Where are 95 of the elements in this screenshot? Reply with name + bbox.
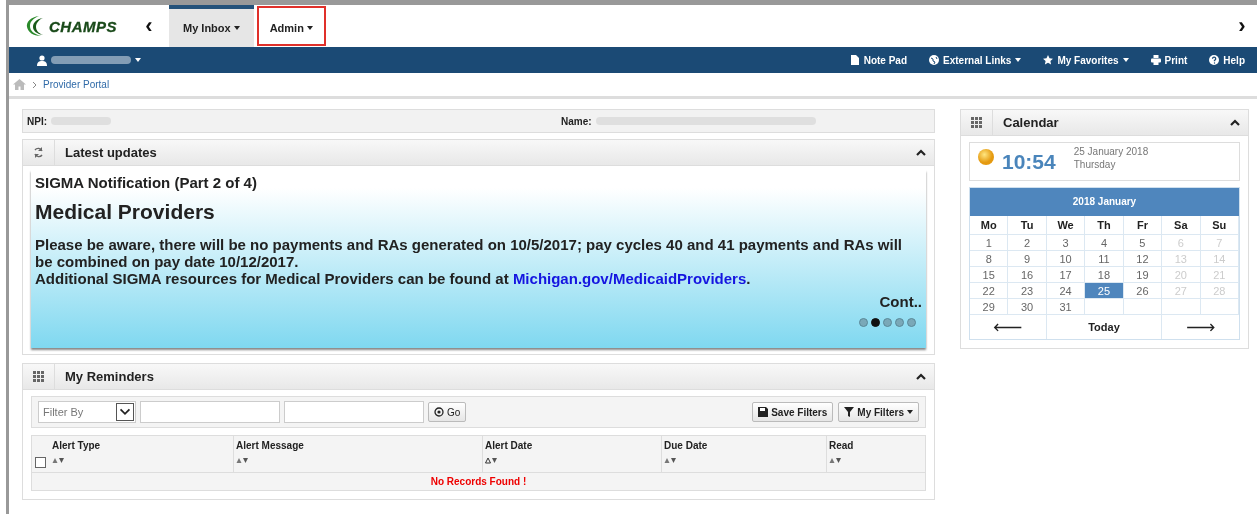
notice-text: . [746, 270, 751, 287]
document-icon [849, 55, 860, 65]
calendar-day[interactable]: 10 [1046, 251, 1086, 267]
caret-icon [135, 58, 141, 62]
calendar-day[interactable]: 1 [970, 235, 1009, 251]
input-field[interactable] [140, 401, 280, 423]
chevron-up-icon [916, 373, 926, 380]
toolbar-link[interactable]: External Links [929, 54, 1022, 66]
panel-title: Latest updates [64, 145, 158, 160]
continue-link[interactable]: Cont.. [879, 293, 922, 310]
info-label: Name: [561, 115, 592, 127]
my-filters-button[interactable]: My Filters [838, 402, 919, 422]
user-icon[interactable] [37, 54, 47, 66]
month-header: 2018 January [970, 188, 1239, 216]
star-icon [1043, 55, 1054, 65]
carousel-dot[interactable] [883, 318, 892, 327]
calendar-day[interactable]: 23 [1008, 283, 1047, 299]
go-button[interactable]: Go [428, 402, 467, 422]
logo-text: CHAMPS [49, 17, 117, 35]
column-header[interactable]: Alert Date [485, 440, 661, 451]
clock-weekday: Thursday [1073, 158, 1117, 170]
carousel-dot[interactable] [859, 318, 868, 327]
breadcrumb-link[interactable]: Provider Portal [43, 79, 110, 90]
toolbar-link[interactable]: Print [1150, 54, 1188, 66]
input-field[interactable] [284, 401, 424, 423]
toolbar-link[interactable]: Help [1209, 54, 1245, 66]
caret-icon[interactable] [1122, 58, 1129, 62]
toolbar-link[interactable]: My Favorites [1043, 54, 1129, 66]
empty-message: No Records Found ! [32, 472, 925, 490]
sort-icon[interactable] [664, 457, 676, 464]
globe-icon [929, 55, 940, 65]
grid-icon[interactable] [971, 117, 982, 128]
notice-text: Please be aware, there will be no payments and RAs generated on 10/5/2017; pay cycles 40 and 41 payments and RAs will be combined on pay date 10/12/2017. [35, 236, 904, 270]
dropdown-icon [116, 403, 134, 421]
filter-dropdown[interactable]: Filter By [38, 401, 136, 423]
clock-date: 25 January 2018 [1073, 145, 1149, 157]
calendar-day[interactable]: 25 [1085, 283, 1124, 299]
chevron-up-icon [1230, 119, 1240, 126]
calendar-day[interactable]: 12 [1123, 251, 1163, 267]
sort-icon[interactable] [829, 457, 841, 464]
calendar-day[interactable]: 22 [970, 283, 1009, 299]
filter-icon [844, 407, 855, 417]
calendar-day[interactable]: 11 [1085, 251, 1124, 267]
notice-link[interactable]: Michigan.gov/MedicaidProviders [512, 270, 747, 287]
help-icon [1209, 55, 1220, 65]
circle-icon [434, 407, 444, 417]
sun-icon [978, 148, 994, 165]
weekday-header: Tu [1008, 216, 1047, 235]
column-header[interactable]: Alert Message [236, 440, 482, 451]
calendar-day[interactable]: 15 [970, 267, 1009, 283]
carousel-dot[interactable] [895, 318, 904, 327]
weekday-header: Mo [970, 216, 1009, 235]
calendar-day[interactable]: 19 [1123, 267, 1163, 283]
calendar-day[interactable]: 9 [1008, 251, 1047, 267]
sort-icon[interactable] [52, 457, 64, 464]
save-filters-button[interactable]: Save Filters [752, 402, 834, 422]
grid-icon[interactable] [33, 371, 44, 382]
weekday-header: We [1046, 216, 1086, 235]
calendar-day[interactable]: 3 [1046, 235, 1086, 251]
sort-icon[interactable] [236, 457, 248, 464]
calendar-day[interactable]: 5 [1123, 235, 1163, 251]
notice-text: Additional SIGMA resources for Medical Providers can be found at [35, 270, 510, 287]
weekday-header: Sa [1162, 216, 1201, 235]
calendar-day[interactable]: 8 [970, 251, 1009, 267]
select-all-checkbox[interactable] [35, 457, 46, 468]
info-label: NPI: [27, 115, 47, 127]
caret-icon[interactable] [1015, 58, 1022, 62]
back-button[interactable]: ‹ [129, 5, 169, 47]
panel-title: My Reminders [64, 369, 155, 384]
calendar-day[interactable]: 26 [1123, 283, 1163, 299]
calendar-day[interactable]: 17 [1046, 267, 1086, 283]
chevron-icon [32, 80, 37, 89]
notice-heading: Medical Providers [35, 200, 216, 224]
toolbar-link[interactable]: Note Pad [849, 54, 908, 66]
carousel-dot[interactable] [907, 318, 916, 327]
column-header[interactable]: Due Date [664, 440, 826, 451]
nav-tab[interactable]: My Inbox [169, 5, 254, 47]
weekday-header: Th [1085, 216, 1124, 235]
column-header[interactable]: Read [829, 440, 925, 451]
panel-title: Calendar [1002, 115, 1060, 130]
chevron-up-icon [916, 149, 926, 156]
calendar-day[interactable]: 4 [1085, 235, 1124, 251]
clock-time: 10:54 [1002, 149, 1056, 174]
refresh-icon[interactable] [33, 147, 44, 158]
weekday-header: Su [1200, 216, 1239, 235]
calendar-day[interactable]: 16 [1008, 267, 1047, 283]
weekday-header: Fr [1123, 216, 1163, 235]
calendar-day[interactable]: 2 [1008, 235, 1047, 251]
sort-icon[interactable] [485, 457, 497, 464]
forward-button[interactable]: › [1227, 5, 1257, 47]
column-header[interactable]: Alert Type [52, 440, 233, 451]
nav-tab[interactable]: Admin [255, 5, 327, 47]
notice-title: SIGMA Notification (Part 2 of 4) [35, 174, 258, 191]
carousel-dot[interactable] [871, 318, 880, 327]
printer-icon [1150, 55, 1161, 65]
